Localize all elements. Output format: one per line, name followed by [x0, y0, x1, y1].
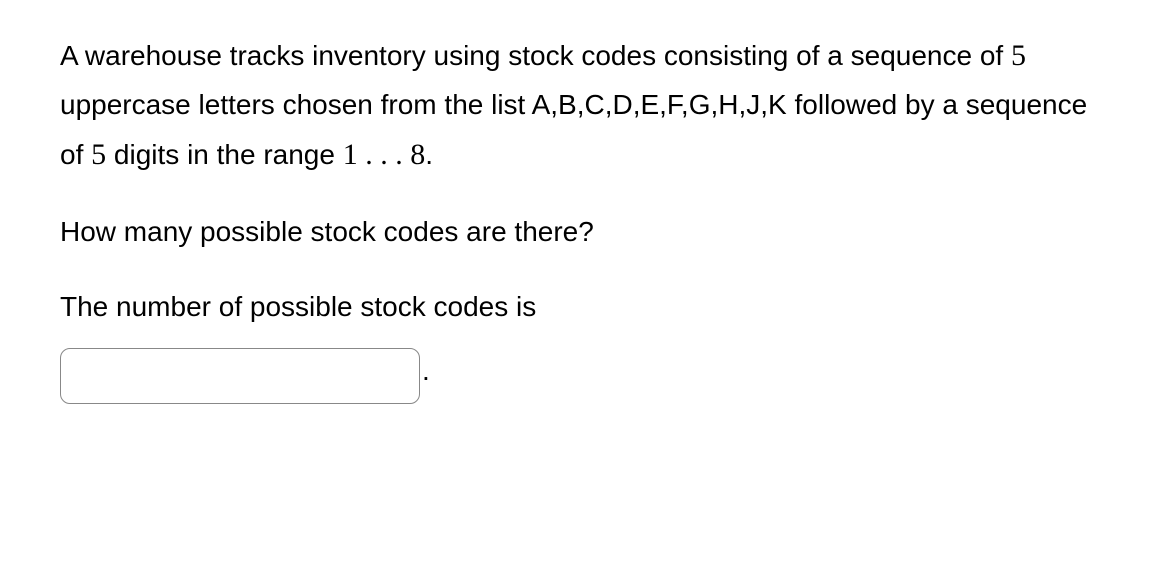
answer-input[interactable]	[60, 348, 420, 404]
question-text: How many possible stock codes are there?	[60, 208, 1110, 256]
problem-paragraph: A warehouse tracks inventory using stock…	[60, 30, 1110, 180]
answer-label: The number of possible stock codes is	[60, 283, 536, 331]
paragraph-text-d: .	[425, 139, 433, 170]
range-start: 1	[343, 138, 358, 171]
number-digits: 5	[91, 138, 106, 171]
number-letters: 5	[1011, 39, 1026, 72]
answer-input-row: .	[60, 347, 1110, 405]
range-end: 8	[410, 138, 425, 171]
answer-section: The number of possible stock codes is	[60, 283, 1110, 339]
paragraph-text-c: digits in the range	[106, 139, 343, 170]
range-dots: . . .	[358, 138, 411, 171]
answer-period: .	[422, 347, 430, 395]
paragraph-text-a: A warehouse tracks inventory using stock…	[60, 40, 1011, 71]
